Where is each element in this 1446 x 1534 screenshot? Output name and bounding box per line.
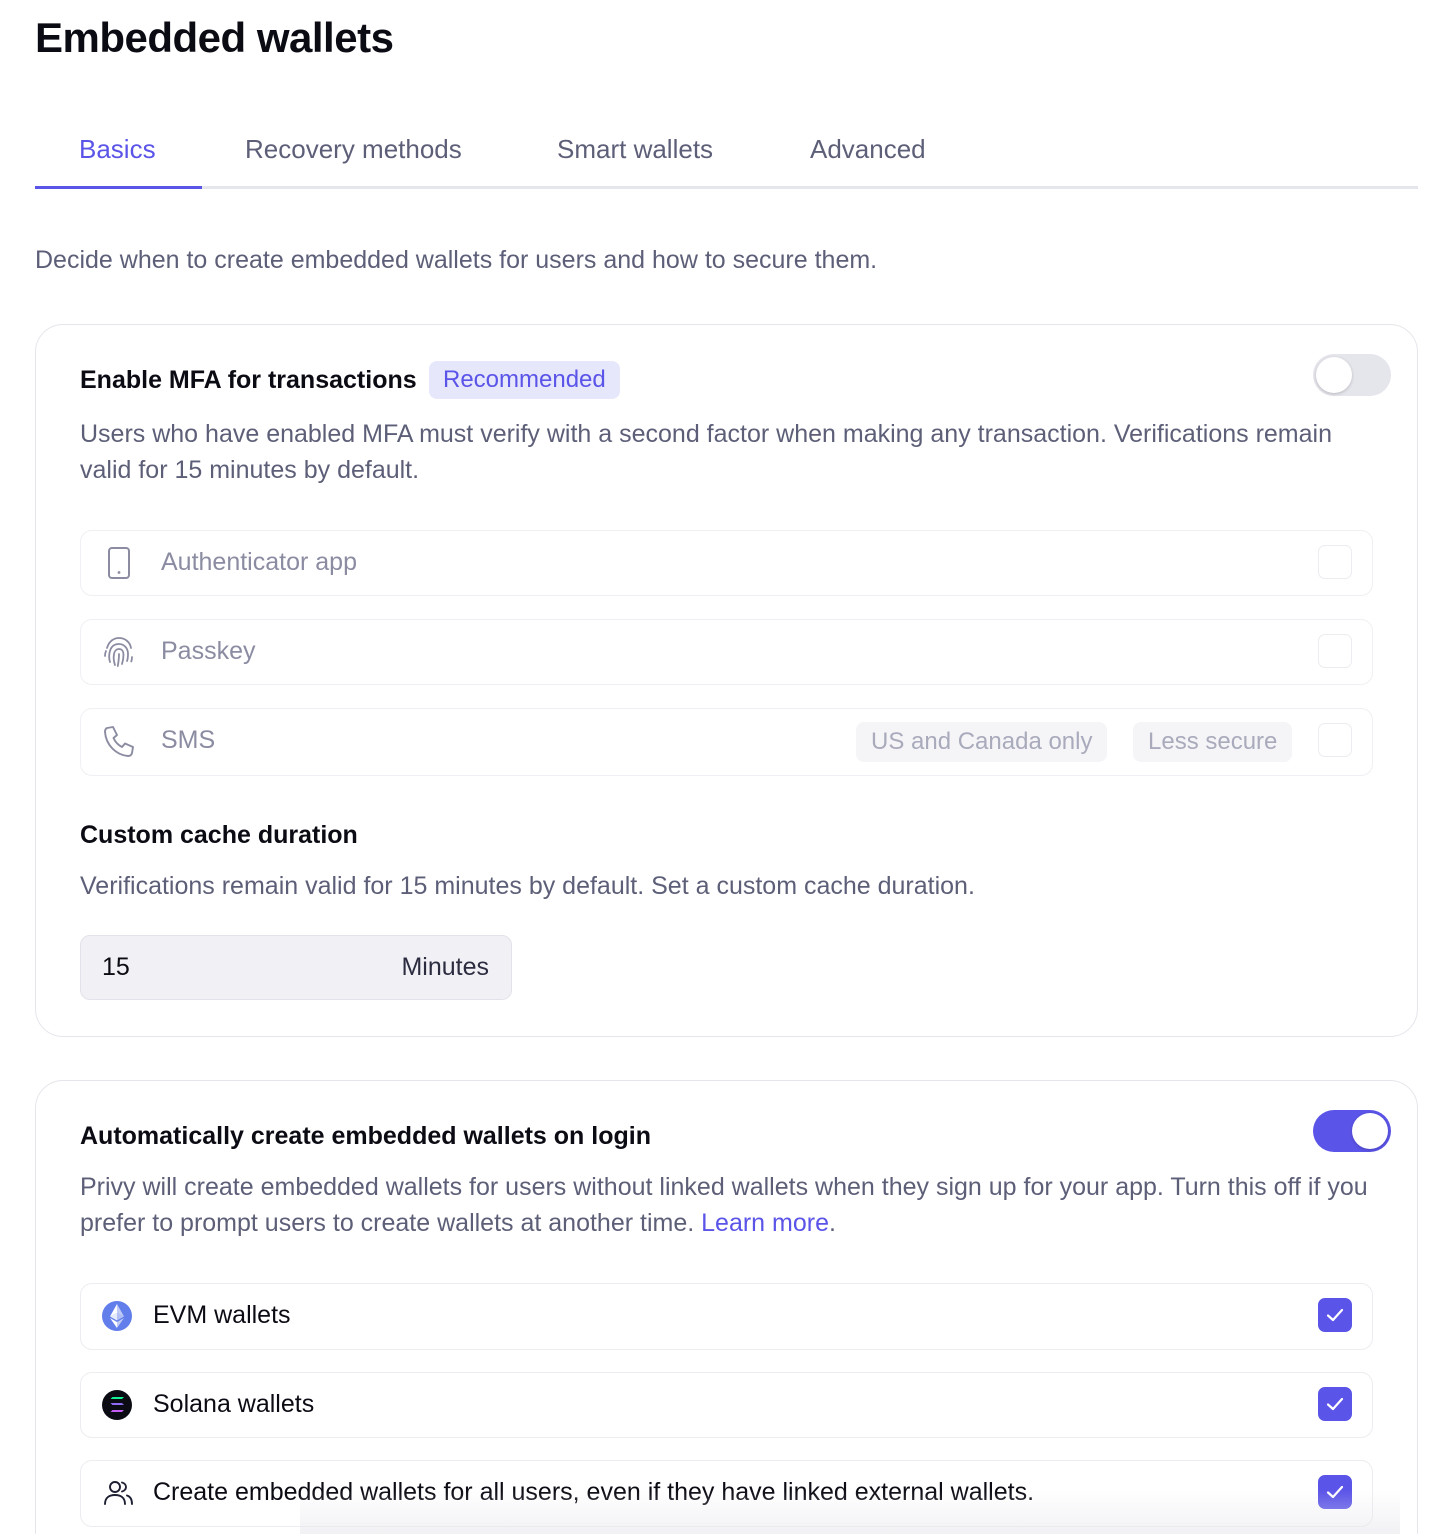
sms-checkbox[interactable]: [1318, 723, 1352, 757]
method-label: Authenticator app: [161, 548, 357, 576]
method-label: Passkey: [161, 637, 256, 665]
security-tag: Less secure: [1133, 722, 1293, 762]
check-icon: [1326, 1485, 1344, 1499]
ethereum-icon: [101, 1298, 137, 1334]
cache-duration-description: Verifications remain valid for 15 minute…: [80, 872, 975, 900]
all-users-option[interactable]: Create embedded wallets for all users, e…: [80, 1460, 1373, 1527]
auto-create-description: Privy will create embedded wallets for u…: [80, 1173, 1368, 1237]
learn-more-link[interactable]: Learn more: [701, 1209, 829, 1237]
cache-duration-input[interactable]: 15 Minutes: [80, 935, 512, 1000]
fingerprint-icon: [101, 634, 137, 670]
auto-create-card: Automatically create embedded wallets on…: [35, 1080, 1418, 1534]
evm-wallets-checkbox[interactable]: [1318, 1298, 1352, 1332]
tab-smart-wallets[interactable]: Smart wallets: [557, 134, 713, 165]
recommended-badge: Recommended: [429, 361, 620, 399]
solana-icon: [101, 1387, 137, 1423]
check-icon: [1326, 1397, 1344, 1411]
mfa-toggle[interactable]: [1313, 354, 1391, 396]
auto-create-toggle[interactable]: [1313, 1110, 1391, 1152]
phone-icon: [101, 723, 137, 759]
mfa-description: Users who have enabled MFA must verify w…: [80, 420, 1332, 484]
auto-create-title: Automatically create embedded wallets on…: [80, 1122, 651, 1150]
all-users-checkbox[interactable]: [1318, 1475, 1352, 1509]
solana-wallets-option[interactable]: Solana wallets: [80, 1372, 1373, 1438]
option-label: Solana wallets: [153, 1390, 315, 1418]
cache-duration-unit: Minutes: [401, 953, 489, 981]
tab-bar: Basics Recovery methods Smart wallets Ad…: [35, 120, 1418, 189]
mfa-method-sms[interactable]: SMS US and Canada only Less secure: [80, 708, 1373, 776]
authenticator-app-checkbox[interactable]: [1318, 545, 1352, 579]
check-icon: [1326, 1308, 1344, 1322]
page-title: Embedded wallets: [35, 14, 394, 61]
mfa-title: Enable MFA for transactions: [80, 366, 417, 394]
passkey-checkbox[interactable]: [1318, 634, 1352, 668]
tab-basics[interactable]: Basics: [79, 134, 156, 165]
tab-recovery-methods[interactable]: Recovery methods: [245, 134, 462, 165]
mfa-method-passkey[interactable]: Passkey: [80, 619, 1373, 685]
region-tag: US and Canada only: [856, 722, 1108, 762]
tab-advanced[interactable]: Advanced: [810, 134, 926, 165]
evm-wallets-option[interactable]: EVM wallets: [80, 1283, 1373, 1350]
method-label: SMS: [161, 726, 216, 754]
page-intro: Decide when to create embedded wallets f…: [35, 246, 878, 274]
solana-wallets-checkbox[interactable]: [1318, 1387, 1352, 1421]
option-label: Create embedded wallets for all users, e…: [153, 1478, 1035, 1506]
smartphone-icon: [101, 545, 137, 581]
users-icon: [101, 1475, 137, 1511]
cache-duration-title: Custom cache duration: [80, 821, 358, 849]
mfa-card: Enable MFA for transactions Recommended …: [35, 324, 1418, 1037]
toggle-knob: [1352, 1113, 1388, 1149]
toggle-knob: [1316, 357, 1352, 393]
page: Embedded wallets Basics Recovery methods…: [0, 0, 1446, 1534]
option-label: EVM wallets: [153, 1301, 291, 1329]
active-tab-indicator: [35, 186, 202, 189]
cache-duration-value: 15: [102, 953, 130, 981]
mfa-method-authenticator-app[interactable]: Authenticator app: [80, 530, 1373, 596]
